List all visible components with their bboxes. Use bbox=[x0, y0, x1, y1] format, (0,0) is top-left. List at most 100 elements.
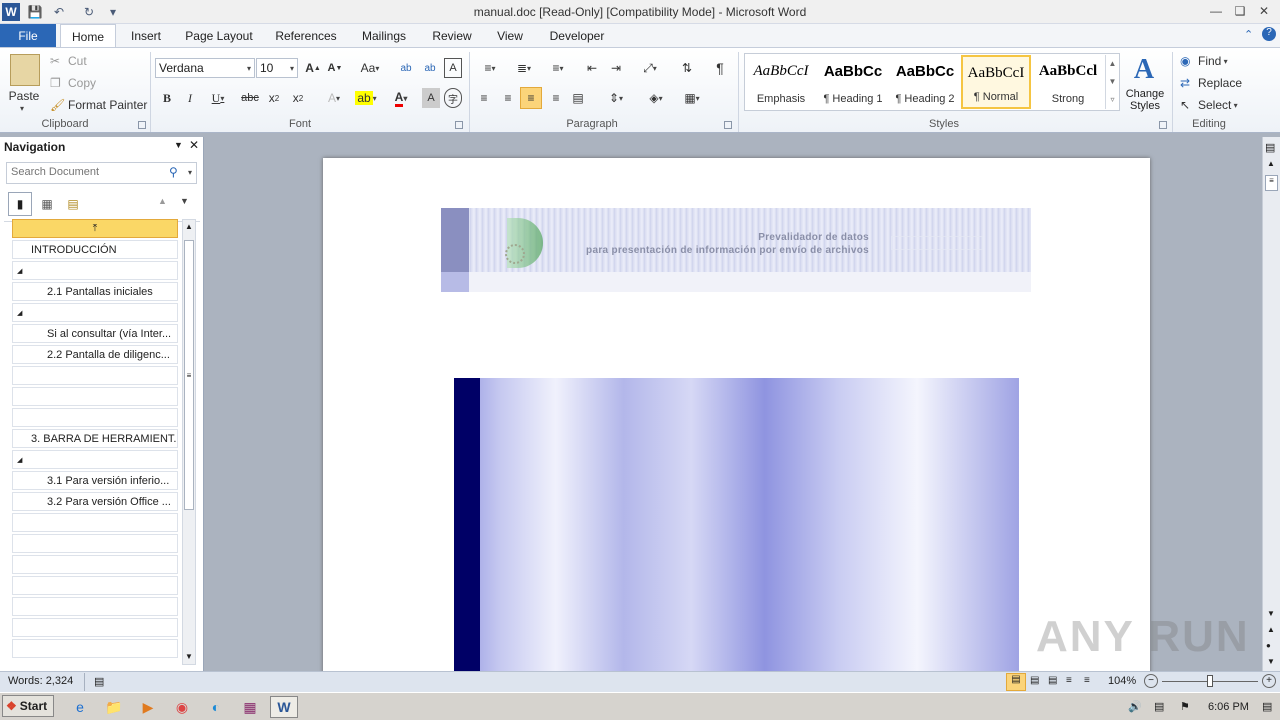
network-icon[interactable]: ▤ bbox=[1154, 700, 1164, 713]
nav-heading-item[interactable]: ◢ bbox=[12, 450, 178, 469]
increase-indent-icon[interactable]: ⇥ bbox=[606, 58, 626, 78]
align-right-icon[interactable]: ≡ bbox=[546, 88, 566, 108]
volume-icon[interactable]: 🔊 bbox=[1128, 700, 1142, 713]
paragraph-launcher-icon[interactable] bbox=[724, 121, 732, 129]
borders-icon[interactable]: ▦ ▾ bbox=[678, 88, 706, 108]
font-name-combo[interactable]: Verdana ▾ bbox=[155, 58, 255, 78]
close-icon[interactable]: ✕ bbox=[189, 138, 199, 152]
phonetic-guide-icon[interactable]: ab bbox=[420, 58, 440, 78]
line-spacing-icon[interactable]: ⇕ ▾ bbox=[602, 88, 630, 108]
sort-icon[interactable]: ⇅ bbox=[676, 58, 698, 78]
close-button[interactable]: ✕ bbox=[1252, 0, 1276, 22]
strikethrough-icon[interactable]: abc bbox=[240, 88, 260, 108]
nav-heading-item[interactable]: 2.2 Pantalla de diligenc... bbox=[12, 345, 178, 364]
print-layout-icon[interactable]: ▤ bbox=[1006, 673, 1026, 691]
style-heading-2[interactable]: AaBbCc ¶ Heading 2 bbox=[890, 55, 960, 109]
subscript-icon[interactable]: x2 bbox=[264, 88, 284, 108]
tab-home[interactable]: Home bbox=[60, 24, 116, 48]
show-desktop-icon[interactable]: ▤ bbox=[1262, 700, 1272, 713]
nav-heading-item[interactable] bbox=[12, 387, 178, 406]
internet-explorer-icon[interactable]: e bbox=[68, 696, 92, 718]
tab-mailings[interactable]: Mailings bbox=[352, 24, 416, 48]
style-normal[interactable]: AaBbCcI ¶ Normal bbox=[961, 55, 1031, 109]
document-scrollbar[interactable]: ▤ ▲ ≡ ▼ ▲ ● ▼ bbox=[1262, 137, 1280, 671]
character-shading-icon[interactable]: A bbox=[422, 88, 440, 108]
nav-heading-item[interactable] bbox=[12, 513, 178, 532]
previous-page-icon[interactable]: ▲ bbox=[1267, 625, 1275, 634]
style-emphasis[interactable]: AaBbCcI Emphasis bbox=[746, 55, 816, 109]
paste-dropdown-icon[interactable]: ▾ bbox=[20, 104, 24, 113]
browse-results-tab-icon[interactable]: ▤ bbox=[62, 192, 84, 216]
find-button[interactable]: ◉ Find ▾ bbox=[1180, 51, 1228, 71]
bold-icon[interactable]: B bbox=[158, 88, 176, 108]
bullets-icon[interactable]: ≡ ▾ bbox=[476, 58, 504, 78]
search-icon[interactable]: ⚲ bbox=[169, 165, 178, 179]
enclose-characters-icon[interactable]: 字 bbox=[444, 88, 462, 108]
paste-icon[interactable] bbox=[10, 54, 40, 86]
document-page[interactable]: Prevalidador de datos para presentación … bbox=[323, 158, 1150, 678]
nav-heading-item[interactable]: 3.2 Para versión Office ... bbox=[12, 492, 178, 511]
font-size-combo[interactable]: 10 ▾ bbox=[256, 58, 298, 78]
asian-layout-icon[interactable]: ⤢ ▾ bbox=[636, 58, 664, 78]
zoom-out-icon[interactable]: − bbox=[1144, 674, 1158, 688]
italic-icon[interactable]: I bbox=[181, 88, 199, 108]
clock[interactable]: 6:06 PM bbox=[1208, 701, 1249, 713]
tab-review[interactable]: Review bbox=[424, 24, 480, 48]
nav-heading-item[interactable]: 3.1 Para versión inferio... bbox=[12, 471, 178, 490]
cut-button[interactable]: ✂ Cut bbox=[50, 51, 87, 71]
expand-collapse-icon[interactable]: ◢ bbox=[17, 267, 22, 275]
change-styles-button[interactable]: Change Styles bbox=[1122, 88, 1168, 112]
font-launcher-icon[interactable] bbox=[455, 121, 463, 129]
zoom-slider-thumb[interactable] bbox=[1207, 675, 1213, 687]
nav-heading-item[interactable]: INTRODUCCIÓN bbox=[12, 240, 178, 259]
shrink-font-icon[interactable]: A ▼ bbox=[326, 58, 344, 78]
nav-heading-item[interactable] bbox=[12, 597, 178, 616]
nav-heading-item[interactable] bbox=[12, 534, 178, 553]
replace-button[interactable]: ⇄ Replace bbox=[1180, 73, 1242, 93]
change-case-icon[interactable]: Aa ▾ bbox=[356, 58, 384, 78]
clear-formatting-icon[interactable]: ab bbox=[396, 58, 416, 78]
word-count[interactable]: Words: 2,324 bbox=[8, 675, 73, 687]
word-taskbar-icon[interactable]: W bbox=[270, 696, 298, 718]
minimize-button[interactable]: — bbox=[1204, 0, 1228, 22]
tab-file[interactable]: File bbox=[0, 24, 56, 48]
numbering-icon[interactable]: ≣ ▾ bbox=[510, 58, 538, 78]
nav-heading-item[interactable] bbox=[12, 639, 178, 658]
tab-view[interactable]: View bbox=[488, 24, 532, 48]
character-border-icon[interactable]: A bbox=[444, 58, 462, 78]
clipboard-launcher-icon[interactable] bbox=[138, 121, 146, 129]
help-icon[interactable]: ? bbox=[1262, 27, 1276, 41]
highlight-color-icon[interactable]: ab ▾ bbox=[350, 88, 382, 108]
align-center-icon[interactable]: ≡ bbox=[498, 88, 518, 108]
proofing-icon[interactable]: ▤ bbox=[94, 675, 104, 688]
chevron-down-icon[interactable]: ▾ bbox=[188, 168, 192, 177]
edge-icon[interactable]: ◐ bbox=[204, 696, 228, 718]
file-explorer-icon[interactable]: 📁 bbox=[102, 696, 126, 718]
browse-pages-tab-icon[interactable]: ▦ bbox=[36, 192, 58, 216]
expand-collapse-icon[interactable]: ◢ bbox=[17, 309, 22, 317]
draft-icon[interactable]: ≡ bbox=[1084, 675, 1090, 686]
chrome-icon[interactable]: ◉ bbox=[170, 696, 194, 718]
pane-menu-icon[interactable]: ▼ bbox=[174, 140, 183, 150]
scroll-up-icon[interactable]: ▲ bbox=[183, 220, 195, 234]
zoom-level[interactable]: 104% bbox=[1108, 675, 1136, 687]
nav-heading-item[interactable]: ◢ bbox=[12, 303, 178, 322]
browse-object-icon[interactable]: ● bbox=[1266, 641, 1271, 650]
flag-icon[interactable]: ⚑ bbox=[1180, 700, 1190, 713]
tab-insert[interactable]: Insert bbox=[118, 24, 174, 48]
browse-headings-tab-icon[interactable]: ▮ bbox=[8, 192, 32, 216]
previous-heading-icon[interactable]: ▲ bbox=[158, 196, 167, 206]
full-screen-reading-icon[interactable]: ▤ bbox=[1030, 675, 1039, 686]
scroll-thumb[interactable]: ≡ bbox=[1265, 175, 1278, 191]
nav-heading-item[interactable] bbox=[12, 366, 178, 385]
nav-heading-item[interactable] bbox=[12, 408, 178, 427]
distributed-icon[interactable]: ▤ bbox=[568, 88, 588, 108]
shading-icon[interactable]: ◈ ▾ bbox=[642, 88, 670, 108]
nav-scrollbar[interactable]: ▲ ≡ ▼ bbox=[182, 219, 196, 665]
nav-heading-item[interactable]: ◢ bbox=[12, 261, 178, 280]
search-input[interactable] bbox=[7, 163, 157, 181]
style-strong[interactable]: AaBbCcl Strong bbox=[1033, 55, 1103, 109]
web-layout-icon[interactable]: ▤ bbox=[1048, 675, 1057, 686]
winrar-icon[interactable]: ▦ bbox=[238, 696, 262, 718]
next-heading-icon[interactable]: ▼ bbox=[180, 196, 189, 206]
